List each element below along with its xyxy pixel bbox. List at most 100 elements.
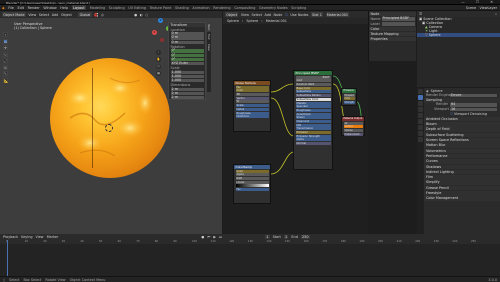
timeline-ruler[interactable]: 0102030405060708090100110120130140150160… xyxy=(0,240,500,244)
select-box-icon[interactable]: ▭ xyxy=(3,38,8,44)
node-socket[interactable]: Color xyxy=(235,89,269,93)
shading-material-icon[interactable]: ◐ xyxy=(140,13,143,17)
node-menu-select[interactable]: Select xyxy=(251,13,261,17)
rotation-x-field[interactable]: 0° xyxy=(170,49,204,53)
timeline-area[interactable] xyxy=(0,240,500,276)
material-tab-icon[interactable] xyxy=(418,137,423,142)
node-socket[interactable]: Fac xyxy=(235,188,269,192)
performance-section[interactable]: Performance xyxy=(424,153,500,159)
transform-orientation-dropdown[interactable]: Global xyxy=(78,12,92,17)
ssr-section[interactable]: Screen Space Reflections xyxy=(424,138,500,143)
use-nodes-checkbox[interactable]: ☑ xyxy=(285,13,288,17)
node-field[interactable]: Distortion xyxy=(235,115,269,119)
node-socket[interactable]: Emission xyxy=(343,93,355,97)
node-field[interactable]: Subsurface xyxy=(295,90,331,94)
tab-compositing[interactable]: Compositing xyxy=(234,6,255,10)
principled-bsdf-node[interactable]: Principled BSDF BSDF GGX Random Walk Bas… xyxy=(293,70,333,170)
node-field[interactable]: Subsurface Color xyxy=(295,97,331,101)
node-field[interactable]: Scale xyxy=(235,104,269,108)
color-ramp-node[interactable]: ColorRamp Color Alpha RGB Linear Fac xyxy=(233,164,271,204)
scene-selector[interactable]: Scene ViewLayer xyxy=(466,6,497,10)
dof-section[interactable]: Depth of Field xyxy=(424,127,500,132)
shadows-section[interactable]: Shadows xyxy=(424,164,500,170)
output-tab-icon[interactable] xyxy=(418,101,423,106)
curves-section[interactable]: Curves xyxy=(424,159,500,164)
3d-cursor-icon[interactable] xyxy=(105,124,113,132)
node-field[interactable]: Roughness xyxy=(295,108,331,112)
rotate-icon[interactable]: ↻ xyxy=(3,51,8,57)
zoom-icon[interactable]: ⌕ xyxy=(156,50,161,55)
viewport-menu-select[interactable]: Select xyxy=(39,13,49,17)
sss-section[interactable]: Subsurface Scattering xyxy=(424,132,500,138)
node-socket[interactable]: Displacement xyxy=(343,132,363,136)
annotate-icon[interactable]: ✎ xyxy=(3,71,8,76)
node-field[interactable]: Subsurface Radius xyxy=(295,94,331,98)
rotation-mode-dropdown[interactable]: XYZ Euler xyxy=(170,61,204,66)
node-menu-node[interactable]: Node xyxy=(274,13,283,17)
node-field[interactable]: Sheen xyxy=(295,116,331,120)
outliner-row[interactable]: ▽ Sphere xyxy=(417,33,500,37)
viewport-samples-field[interactable]: Viewport 16 xyxy=(434,107,497,112)
render-samples-field[interactable]: Render 64 xyxy=(436,102,497,108)
tool-tab-icon[interactable] xyxy=(418,89,423,94)
world-tab-icon[interactable] xyxy=(418,119,423,124)
timeline-menu-view[interactable]: View xyxy=(36,235,44,239)
window-controls[interactable]: — ☐ ✕ xyxy=(461,0,498,4)
measure-icon[interactable]: 📐 xyxy=(3,77,8,83)
playhead[interactable] xyxy=(7,240,8,276)
scale-z-field[interactable]: 1.000 xyxy=(170,78,204,83)
node-dropdown[interactable]: Linear xyxy=(235,180,269,184)
color-ramp-gradient[interactable] xyxy=(235,184,269,188)
node-dropdown[interactable]: All xyxy=(343,121,363,125)
outliner-editor-icon[interactable]: ☰ xyxy=(419,12,422,16)
tab-item[interactable]: Item xyxy=(207,22,211,33)
camera-icon[interactable]: 🎥 xyxy=(156,64,161,69)
location-z-field[interactable]: 0 m xyxy=(170,40,204,45)
node-menu-add[interactable]: Add xyxy=(264,13,271,17)
tab-animation[interactable]: Animation xyxy=(192,6,209,10)
blender-logo-icon[interactable]: ◆ xyxy=(2,6,5,10)
side-panel-texture-mapping[interactable]: Texture Mapping xyxy=(369,32,416,36)
bloom-section[interactable]: Bloom xyxy=(424,122,500,127)
film-section[interactable]: Film xyxy=(424,175,500,180)
node-field[interactable]: Detail xyxy=(235,107,269,111)
node-socket[interactable]: Alpha xyxy=(235,173,269,177)
breadcrumb-material[interactable]: Material.001 xyxy=(266,19,287,23)
side-panel-properties[interactable]: Properties xyxy=(369,37,416,41)
gizmo-neg-axis-icon[interactable] xyxy=(160,38,164,42)
volumetrics-section[interactable]: Volumetrics xyxy=(424,148,500,154)
color-management-section[interactable]: Color Management xyxy=(424,196,500,201)
material-dropdown[interactable]: Material.001 xyxy=(325,12,350,17)
record-icon[interactable]: ● xyxy=(201,235,204,239)
ao-section[interactable]: Ambient Occlusion xyxy=(424,116,500,122)
indirect-lighting-section[interactable]: Indirect Lighting xyxy=(424,169,500,175)
tab-scripting[interactable]: Scripting xyxy=(291,6,306,10)
timeline-menu-playback[interactable]: Playback xyxy=(3,235,18,239)
gizmo-z-icon[interactable]: Z xyxy=(158,18,163,23)
node-dropdown[interactable]: RGB xyxy=(235,177,269,181)
tab-sculpting[interactable]: Sculpting xyxy=(109,6,125,10)
end-frame-field[interactable]: 250 xyxy=(300,234,310,240)
node-socket[interactable]: Surface xyxy=(343,125,363,129)
rotation-y-field[interactable]: 0° xyxy=(170,53,204,58)
menu-edit[interactable]: Edit xyxy=(17,6,24,10)
freestyle-section[interactable]: Freestyle xyxy=(424,191,500,196)
node-dropdown[interactable]: GGX xyxy=(295,79,331,83)
material-output-node[interactable]: Material Output All Surface Volume Displ… xyxy=(341,116,365,136)
motion-blur-section[interactable]: Motion Blur xyxy=(424,143,500,148)
cursor-icon[interactable]: ⌖ xyxy=(3,32,8,37)
tab-geometry-nodes[interactable]: Geometry Nodes xyxy=(259,6,288,10)
jump-end-icon[interactable]: ⏭ xyxy=(219,235,222,239)
node-socket[interactable]: Color xyxy=(343,97,355,101)
shader-node-canvas[interactable]: Noise Texture Fac Color 3D Vector W Scal… xyxy=(223,24,368,234)
timeline-menu-keying[interactable]: Keying xyxy=(21,235,32,239)
dimension-z-field[interactable]: 2 m xyxy=(170,95,204,100)
menu-window[interactable]: Window xyxy=(43,6,56,10)
denoise-checkbox[interactable]: ☑ xyxy=(450,112,453,116)
gizmo-x-icon[interactable]: X xyxy=(152,30,157,35)
tab-uv-editing[interactable]: UV Editing xyxy=(128,6,146,10)
tab-rendering[interactable]: Rendering xyxy=(213,6,230,10)
side-panel-color[interactable]: Color xyxy=(369,27,416,31)
node-socket[interactable]: Vector xyxy=(235,96,269,100)
start-frame-field[interactable]: 1 xyxy=(283,234,289,240)
